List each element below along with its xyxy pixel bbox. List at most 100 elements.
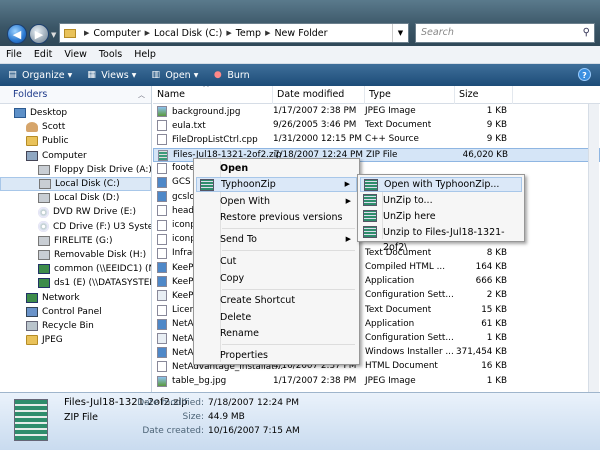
help-icon[interactable]: ?	[578, 68, 591, 81]
menu-edit[interactable]: Edit	[28, 49, 58, 60]
sidebar-item-label: FIRELITE (G:)	[54, 235, 113, 246]
doc-file-icon	[157, 134, 167, 146]
menu-item-copy[interactable]: Copy	[196, 271, 357, 286]
menu-item-send-to[interactable]: Send To ▶	[196, 232, 357, 247]
file-name-cell: GCS I	[157, 176, 196, 188]
sidebar-item[interactable]: Public	[0, 134, 151, 148]
file-row[interactable]: eula.txt 9/26/2005 3:46 PM Text Document 9 …	[153, 119, 600, 133]
file-name-cell: iconp	[157, 219, 196, 231]
breadcrumb-new-folder[interactable]: New Folder	[274, 28, 327, 39]
sidebar-item[interactable]: Floppy Disk Drive (A:)	[0, 163, 151, 177]
dvd-drive-icon	[38, 206, 49, 218]
file-row[interactable]: table_bg.jpg 1/17/2007 2:38 PM JPEG Image 1…	[153, 375, 600, 389]
menu-item-restore-previous-versions[interactable]: Restore previous versions	[196, 210, 357, 225]
views-button[interactable]: ▦ Views ▼	[79, 64, 143, 86]
file-row[interactable]: FileDropListCtrl.cpp 1/31/2000 12:15 PM C+…	[153, 133, 600, 147]
menu-view[interactable]: View	[58, 49, 93, 60]
sidebar-item[interactable]: Recycle Bin	[0, 319, 151, 333]
sidebar-item-label: DVD RW Drive (E:)	[53, 207, 136, 218]
menu-item-create-shortcut[interactable]: Create Shortcut	[196, 293, 357, 308]
file-row[interactable]: background.jpg 1/17/2007 2:38 PM JPEG Imag…	[153, 105, 600, 119]
forward-button[interactable]: ▶	[29, 24, 49, 44]
file-name: Licen	[172, 305, 196, 316]
menu-help[interactable]: Help	[128, 49, 162, 60]
sidebar-item[interactable]: common (\\EEIDC1) (N:)	[0, 262, 151, 276]
column-name[interactable]: Name	[153, 86, 273, 104]
menu-separator	[222, 289, 355, 290]
sidebar-item[interactable]: Network	[0, 290, 151, 304]
sidebar-item[interactable]: Scott	[0, 120, 151, 134]
column-size[interactable]: Size	[455, 86, 513, 104]
menu-item-properties[interactable]: Properties	[196, 348, 357, 363]
vertical-scrollbar[interactable]	[588, 104, 599, 392]
breadcrumb-temp[interactable]: Temp	[236, 28, 261, 39]
burn-button[interactable]: ● Burn	[205, 64, 256, 86]
sidebar-item-label: JPEG	[42, 335, 63, 346]
sidebar-item[interactable]: Desktop	[0, 106, 151, 120]
back-button[interactable]: ◀	[7, 24, 27, 44]
column-headers: ︿ Name Date modified Type Size	[153, 86, 600, 104]
file-type: Configuration Sett...	[365, 333, 454, 343]
menu-item-delete[interactable]: Delete	[196, 310, 357, 325]
menu-bar: File Edit View Tools Help	[0, 46, 600, 64]
menu-file[interactable]: File	[0, 49, 28, 60]
address-dropdown-icon[interactable]: ▼	[392, 24, 408, 42]
control-panel-icon	[26, 306, 38, 317]
recent-pages-chevron-icon[interactable]: ▼	[51, 31, 59, 39]
sidebar-item[interactable]: Local Disk (D:)	[0, 191, 151, 205]
sidebar-item[interactable]: Local Disk (C:)	[0, 176, 151, 192]
sidebar-item[interactable]: JPEG	[0, 333, 151, 347]
folders-header[interactable]: Folders ︿	[0, 86, 151, 104]
file-name-cell: Licen	[157, 304, 196, 316]
menu-tools[interactable]: Tools	[93, 49, 128, 60]
breadcrumb-chevron-icon[interactable]: ▶	[265, 29, 270, 37]
details-created-value: 10/16/2007 7:15 AM	[208, 426, 300, 436]
menu-item-open[interactable]: Open	[196, 161, 357, 176]
organize-button[interactable]: ▤ Organize ▼	[0, 64, 79, 86]
menu-item-cut[interactable]: Cut	[196, 254, 357, 269]
address-bar[interactable]: ▶ Computer ▶ Local Disk (C:) ▶ Temp ▶ Ne…	[59, 23, 409, 43]
menu-separator	[222, 250, 355, 251]
menu-item-typhoonzip[interactable]: TyphoonZip ▶	[196, 177, 357, 192]
sidebar-item[interactable]: Control Panel	[0, 305, 151, 319]
sidebar-item[interactable]: CD Drive (F:) U3 System	[0, 220, 151, 234]
floppy-drive-icon	[38, 164, 50, 175]
zip-file-large-icon	[14, 399, 48, 441]
typhoonzip-icon	[364, 179, 378, 191]
folders-heading: Folders	[13, 89, 48, 100]
collapse-chevron-icon[interactable]: ︿	[138, 90, 145, 100]
submenu-item-unzip-to-folder[interactable]: Unzip to Files-Jul18-1321-2of2\	[360, 225, 522, 253]
sidebar-item[interactable]: FIRELITE (G:)	[0, 234, 151, 248]
file-name: NetA	[172, 319, 194, 330]
typhoonzip-icon: ▥	[151, 69, 161, 80]
search-input[interactable]: Search ⚲	[415, 23, 595, 43]
submenu-item-open-with-typhoonzip[interactable]: Open with TyphoonZip...	[360, 177, 522, 192]
breadcrumb-local-disk[interactable]: Local Disk (C:)	[154, 28, 222, 39]
file-type: Text Document	[365, 120, 432, 131]
search-icon[interactable]: ⚲	[583, 27, 590, 38]
menu-item-rename[interactable]: Rename	[196, 326, 357, 341]
sidebar-item[interactable]: DVD RW Drive (E:)	[0, 205, 151, 219]
breadcrumb-computer[interactable]: Computer	[93, 28, 140, 39]
submenu-item-unzip-to[interactable]: UnZip to...	[360, 193, 522, 208]
recycle-bin-icon	[26, 320, 38, 331]
open-button[interactable]: ▥ Open ▼	[143, 64, 205, 86]
breadcrumb-chevron-icon[interactable]: ▶	[145, 29, 150, 37]
cd-drive-icon	[38, 221, 49, 233]
column-date-modified[interactable]: Date modified	[273, 86, 365, 104]
column-type[interactable]: Type	[365, 86, 455, 104]
sidebar-item[interactable]: Computer	[0, 149, 151, 163]
breadcrumb-chevron-icon[interactable]: ▶	[84, 29, 89, 37]
folder-icon	[26, 136, 38, 147]
submenu-item-unzip-here[interactable]: UnZip here	[360, 209, 522, 224]
file-name: NetA	[172, 333, 194, 344]
sidebar-item[interactable]: ds1 (E) (\\DATASYSTEMS	[0, 276, 151, 290]
menu-item-open-with[interactable]: Open With ▶	[196, 194, 357, 209]
sidebar-item[interactable]: Removable Disk (H:)	[0, 248, 151, 262]
file-name-cell: NetA	[157, 333, 193, 344]
file-type: C++ Source	[365, 134, 419, 145]
breadcrumb-chevron-icon[interactable]: ▶	[226, 29, 231, 37]
organize-icon: ▤	[8, 69, 17, 80]
doc-file-icon	[157, 120, 167, 132]
file-date: 1/17/2007 2:38 PM	[273, 106, 357, 116]
